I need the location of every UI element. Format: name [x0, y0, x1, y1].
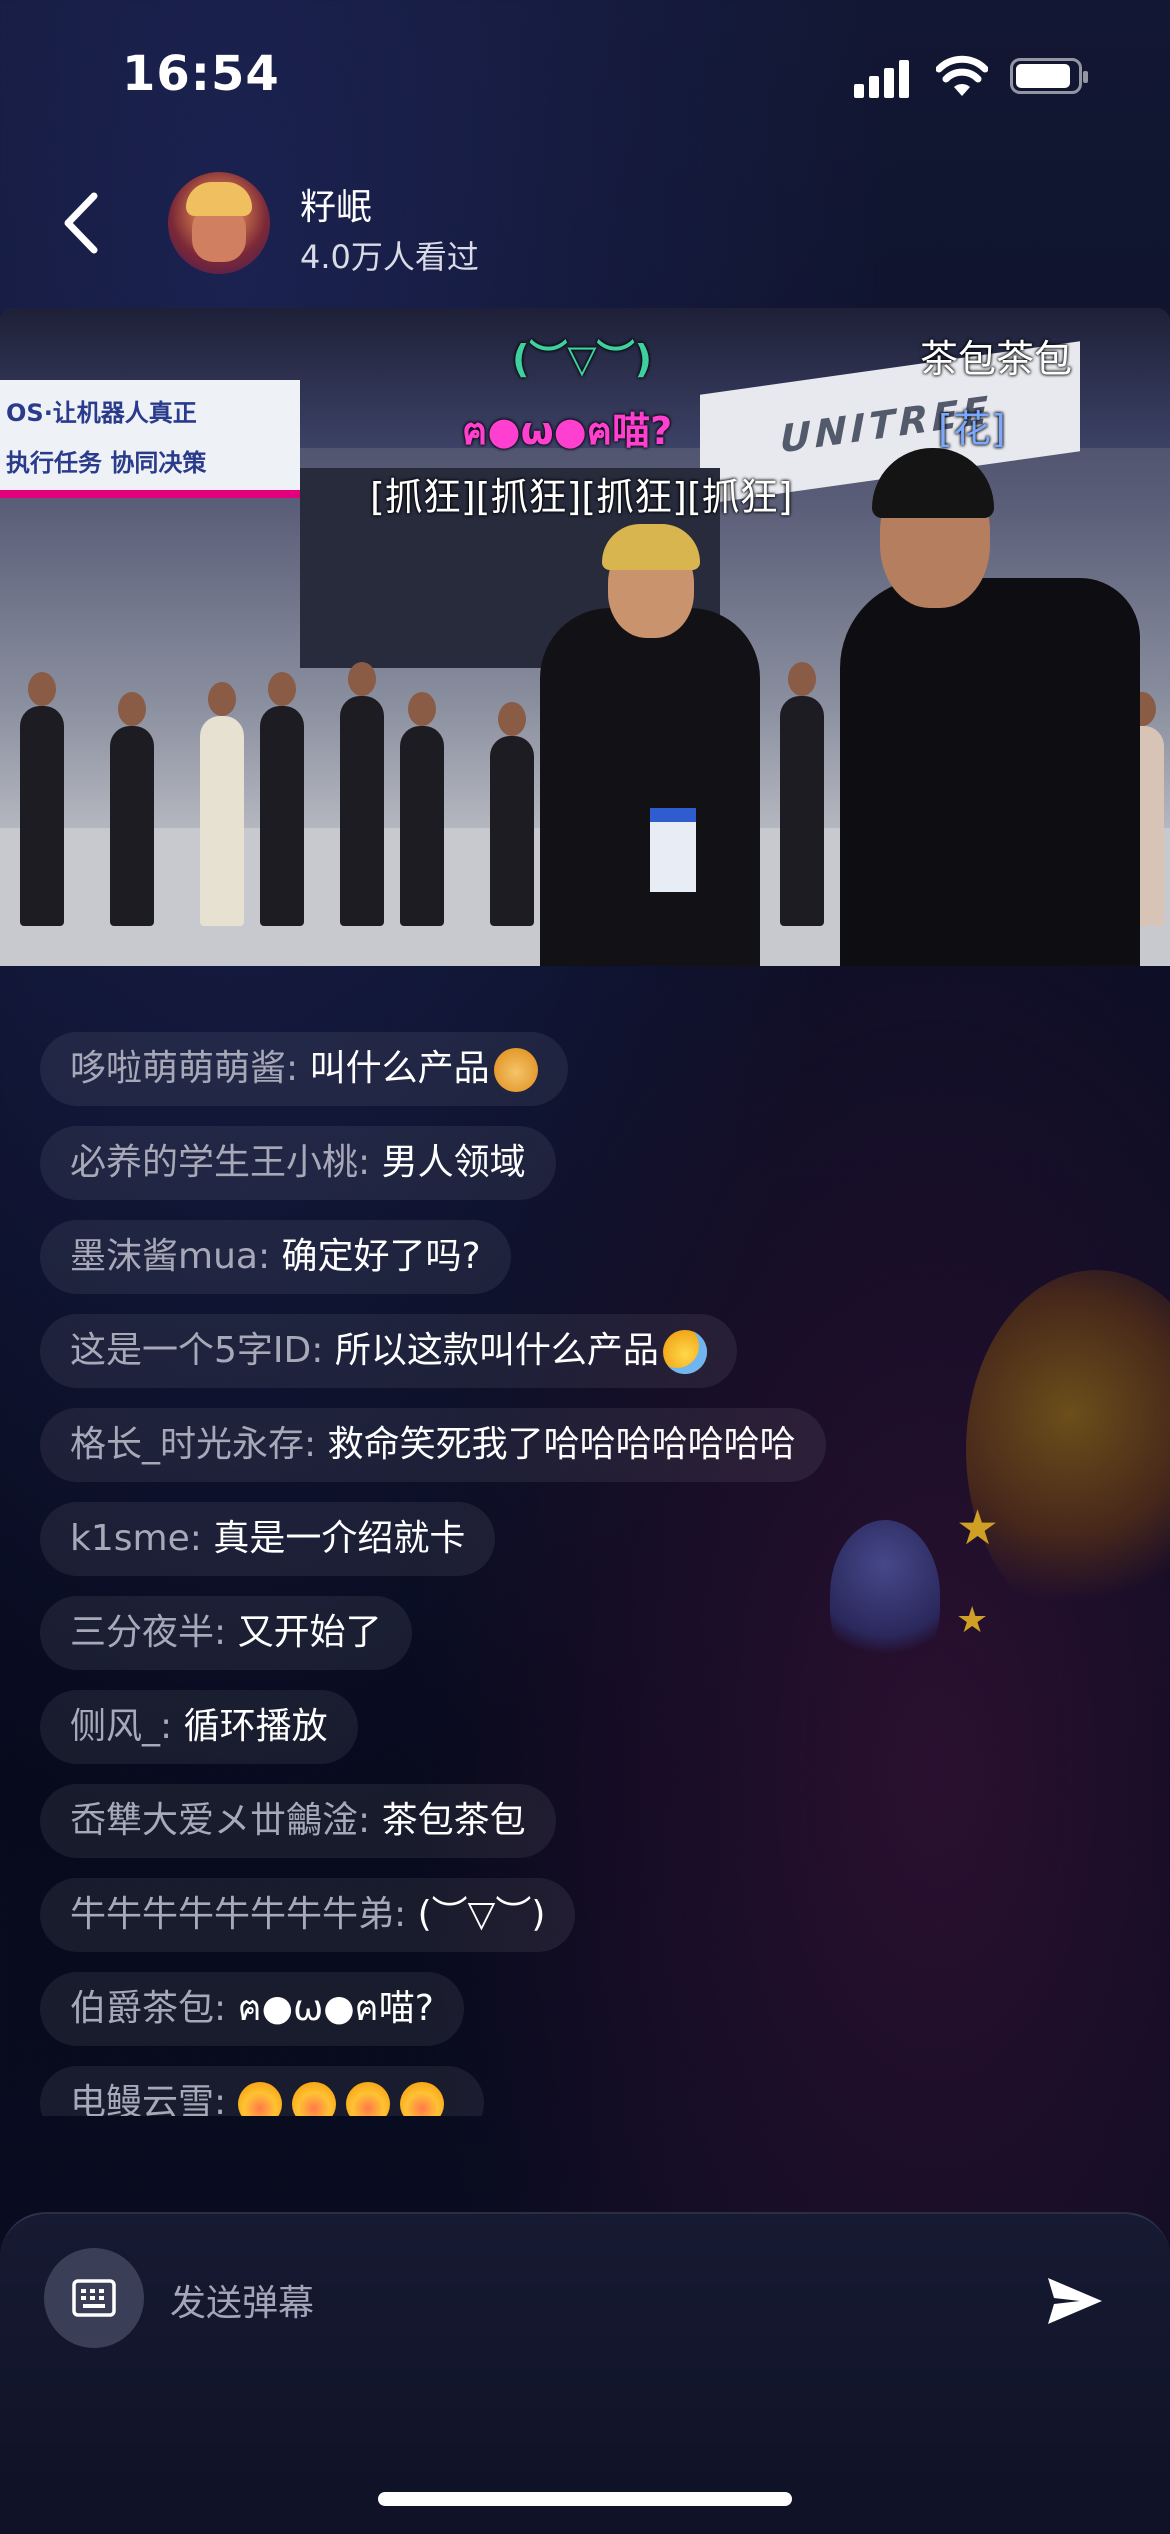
booth-sign-left: OS·让机器人真正 执行任务 协同决策 [0, 380, 300, 498]
danmaku-input-bar: 发送弹幕 [0, 2212, 1170, 2534]
home-indicator[interactable] [378, 2492, 792, 2506]
danmaku: [花] [938, 407, 1006, 451]
battery-icon [1010, 58, 1088, 94]
comment-username[interactable]: 必养的学生王小桃 [70, 1142, 358, 1183]
keyboard-button[interactable] [44, 2248, 144, 2348]
comment-username[interactable]: 侧风_ [70, 1706, 160, 1747]
comment-text: 男人领域 [381, 1142, 526, 1183]
comment-username[interactable]: 墨沫酱mua [70, 1236, 258, 1277]
streamer-name[interactable]: 籽岷 [300, 178, 372, 230]
cellular-signal-icon [854, 58, 914, 98]
comment-text: (︶▽︶) [417, 1894, 546, 1935]
comment-username[interactable]: 伯爵茶包 [70, 1988, 214, 2029]
dog-emoji-icon [493, 1048, 538, 1092]
crying-emoji-icon [399, 2082, 444, 2116]
comment-row: 哆啦萌萌萌酱: 叫什么产品 [40, 1032, 568, 1106]
keyboard-icon [72, 2279, 116, 2317]
comment-row: 伯爵茶包: ฅ●ω●ฅ喵? [40, 1972, 464, 2046]
comment-username[interactable]: 哆啦萌萌萌酱 [70, 1048, 286, 1089]
comment-username[interactable]: 岙犨大爱メ丗鸙淦 [70, 1800, 358, 1841]
video-player[interactable]: OS·让机器人真正 执行任务 协同决策 UNITREE (︶▽︶) ฅ●ω●ฅ喵… [0, 308, 1170, 966]
crying-emoji-icon [237, 2082, 282, 2116]
crying-emoji-icon [345, 2082, 390, 2116]
presenter-right [840, 448, 1140, 966]
comment-username[interactable]: 三分夜半 [70, 1612, 214, 1653]
comment-text: 循环播放 [183, 1706, 328, 1747]
status-bar: 16:54 [0, 0, 1170, 150]
comment-username[interactable]: 这是一个5字ID [70, 1330, 311, 1371]
comment-row: 必养的学生王小桃: 男人领域 [40, 1126, 556, 1200]
danmaku: [抓狂][抓狂][抓狂][抓狂] [370, 475, 793, 519]
comment-row: 三分夜半: 又开始了 [40, 1596, 412, 1670]
comment-text: ฅ●ω●ฅ喵? [237, 1988, 434, 2029]
comment-username[interactable]: k1sme [70, 1518, 190, 1559]
comment-row: 这是一个5字ID: 所以这款叫什么产品 [40, 1314, 737, 1388]
danmaku-input[interactable]: 发送弹幕 [170, 2274, 314, 2326]
comment-row: 牛牛牛牛牛牛牛牛弟: (︶▽︶) [40, 1878, 576, 1952]
comment-text: 救命笑死我了哈哈哈哈哈哈哈 [327, 1424, 796, 1465]
view-count: 4.0万人看过 [300, 238, 479, 276]
comment-row: 岙犨大爱メ丗鸙淦: 茶包茶包 [40, 1784, 556, 1858]
comment-username[interactable]: 牛牛牛牛牛牛牛牛弟 [70, 1894, 394, 1935]
streamer-avatar[interactable] [168, 172, 270, 274]
danmaku: ฅ●ω●ฅ喵? [462, 409, 673, 453]
comment-row: 墨沫酱mua: 确定好了吗? [40, 1220, 511, 1294]
send-icon[interactable] [1046, 2276, 1104, 2326]
comment-text: 真是一介绍就卡 [213, 1518, 466, 1559]
crying-emoji-icon [291, 2082, 336, 2116]
comment-username[interactable]: 电鳗云雪 [70, 2082, 214, 2116]
comment-text: 又开始了 [237, 1612, 382, 1653]
wifi-icon [936, 55, 988, 96]
comment-username[interactable]: 格长_时光永存 [70, 1424, 304, 1465]
comment-row: k1sme: 真是一介绍就卡 [40, 1502, 496, 1576]
back-arrow-icon[interactable] [56, 188, 106, 258]
comment-list[interactable]: 哆啦萌萌萌酱: 叫什么产品 必养的学生王小桃: 男人领域 墨沫酱mua: 确定好… [40, 966, 1040, 2116]
comment-text: 叫什么产品 [309, 1048, 490, 1089]
comment-text: 确定好了吗? [281, 1236, 481, 1277]
comment-row: 格长_时光永存: 救命笑死我了哈哈哈哈哈哈哈 [40, 1408, 826, 1482]
danmaku: (︶▽︶) [512, 337, 652, 381]
comment-row: 侧风_: 循环播放 [40, 1690, 358, 1764]
danmaku: 茶包茶包 [920, 337, 1073, 381]
comment-row: 电鳗云雪: [40, 2066, 484, 2116]
sweat-emoji-icon [662, 1330, 707, 1374]
status-time: 16:54 [122, 46, 280, 102]
presenter-left [540, 524, 760, 966]
comment-text: 茶包茶包 [381, 1800, 526, 1841]
comment-text: 所以这款叫什么产品 [334, 1330, 659, 1371]
